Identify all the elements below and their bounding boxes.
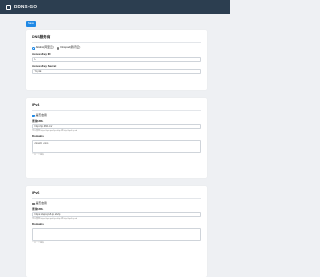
provider-radio-dnspod[interactable]: [56, 46, 60, 50]
provider-radio-group: Alidns(阿里云) Dnspod(腾讯云): [32, 45, 201, 50]
ipv4-card-title: IPv4: [32, 103, 40, 107]
ipv4-enable-row: 是否启用: [32, 113, 201, 118]
ipv4-domains-help: 一行一个域名: [32, 153, 45, 156]
ipv6-url-input[interactable]: https://api-ipv6.ip.sb/ip: [32, 212, 201, 217]
logo-icon: [6, 4, 11, 10]
ipv6-domains-label: Domains: [32, 222, 44, 227]
provider-radio-alidns[interactable]: [32, 46, 35, 50]
accesskey-secret-input[interactable]: Yq nE: [32, 69, 201, 75]
dns-card-title: DNS服务商: [32, 35, 51, 39]
accesskey-id-label: AccessKey ID: [32, 51, 51, 56]
ipv6-url-label: 查询URL: [32, 206, 44, 211]
ipv6-url-help: 可以使用 https://api-ipv6.ip.sb/ip 或 http://…: [32, 217, 78, 220]
save-button[interactable]: Save: [26, 21, 36, 27]
accesskey-id-input[interactable]: L: [32, 57, 201, 62]
app-title: DDNS-GO: [14, 4, 38, 10]
dns-provider-card: DNS服务商 Alidns(阿里云) Dnspod(腾讯云) AccessKey…: [26, 30, 207, 90]
ipv6-enable-row: 是否启用: [32, 201, 201, 206]
provider-label-dnspod: Dnspod(腾讯云): [60, 45, 81, 50]
accesskey-secret-label: AccessKey Secret: [32, 63, 57, 68]
ipv4-card: IPv4 是否启用 查询URL http://ip.360.cn/ 可以使用 h…: [26, 98, 207, 178]
ipv6-card-title: IPv6: [32, 191, 40, 195]
ipv4-enable-checkbox[interactable]: [32, 114, 35, 118]
ipv4-url-input[interactable]: http://ip.360.cn/: [32, 124, 201, 129]
ipv6-enable-label: 是否启用: [35, 201, 47, 206]
ipv6-card: IPv6 是否启用 查询URL https://api-ipv6.ip.sb/i…: [26, 186, 207, 277]
ipv4-enable-label: 是否启用: [35, 113, 47, 118]
ipv6-domains-textarea[interactable]: [32, 227, 201, 241]
ipv4-url-help: 可以使用 https://api-ipv4.ip.sb/ip 或 http://…: [32, 129, 78, 132]
ipv4-domains-label: Domains: [32, 134, 44, 139]
ipv6-domains-help: 一行一个域名: [32, 241, 45, 244]
top-navbar: DDNS-GO: [0, 0, 230, 14]
ipv4-url-label: 查询URL: [32, 118, 44, 123]
ipv4-domains-textarea[interactable]: cloud.l .com: [32, 139, 201, 153]
provider-label-alidns: Alidns(阿里云): [35, 45, 54, 50]
ipv6-enable-checkbox[interactable]: [32, 202, 35, 206]
